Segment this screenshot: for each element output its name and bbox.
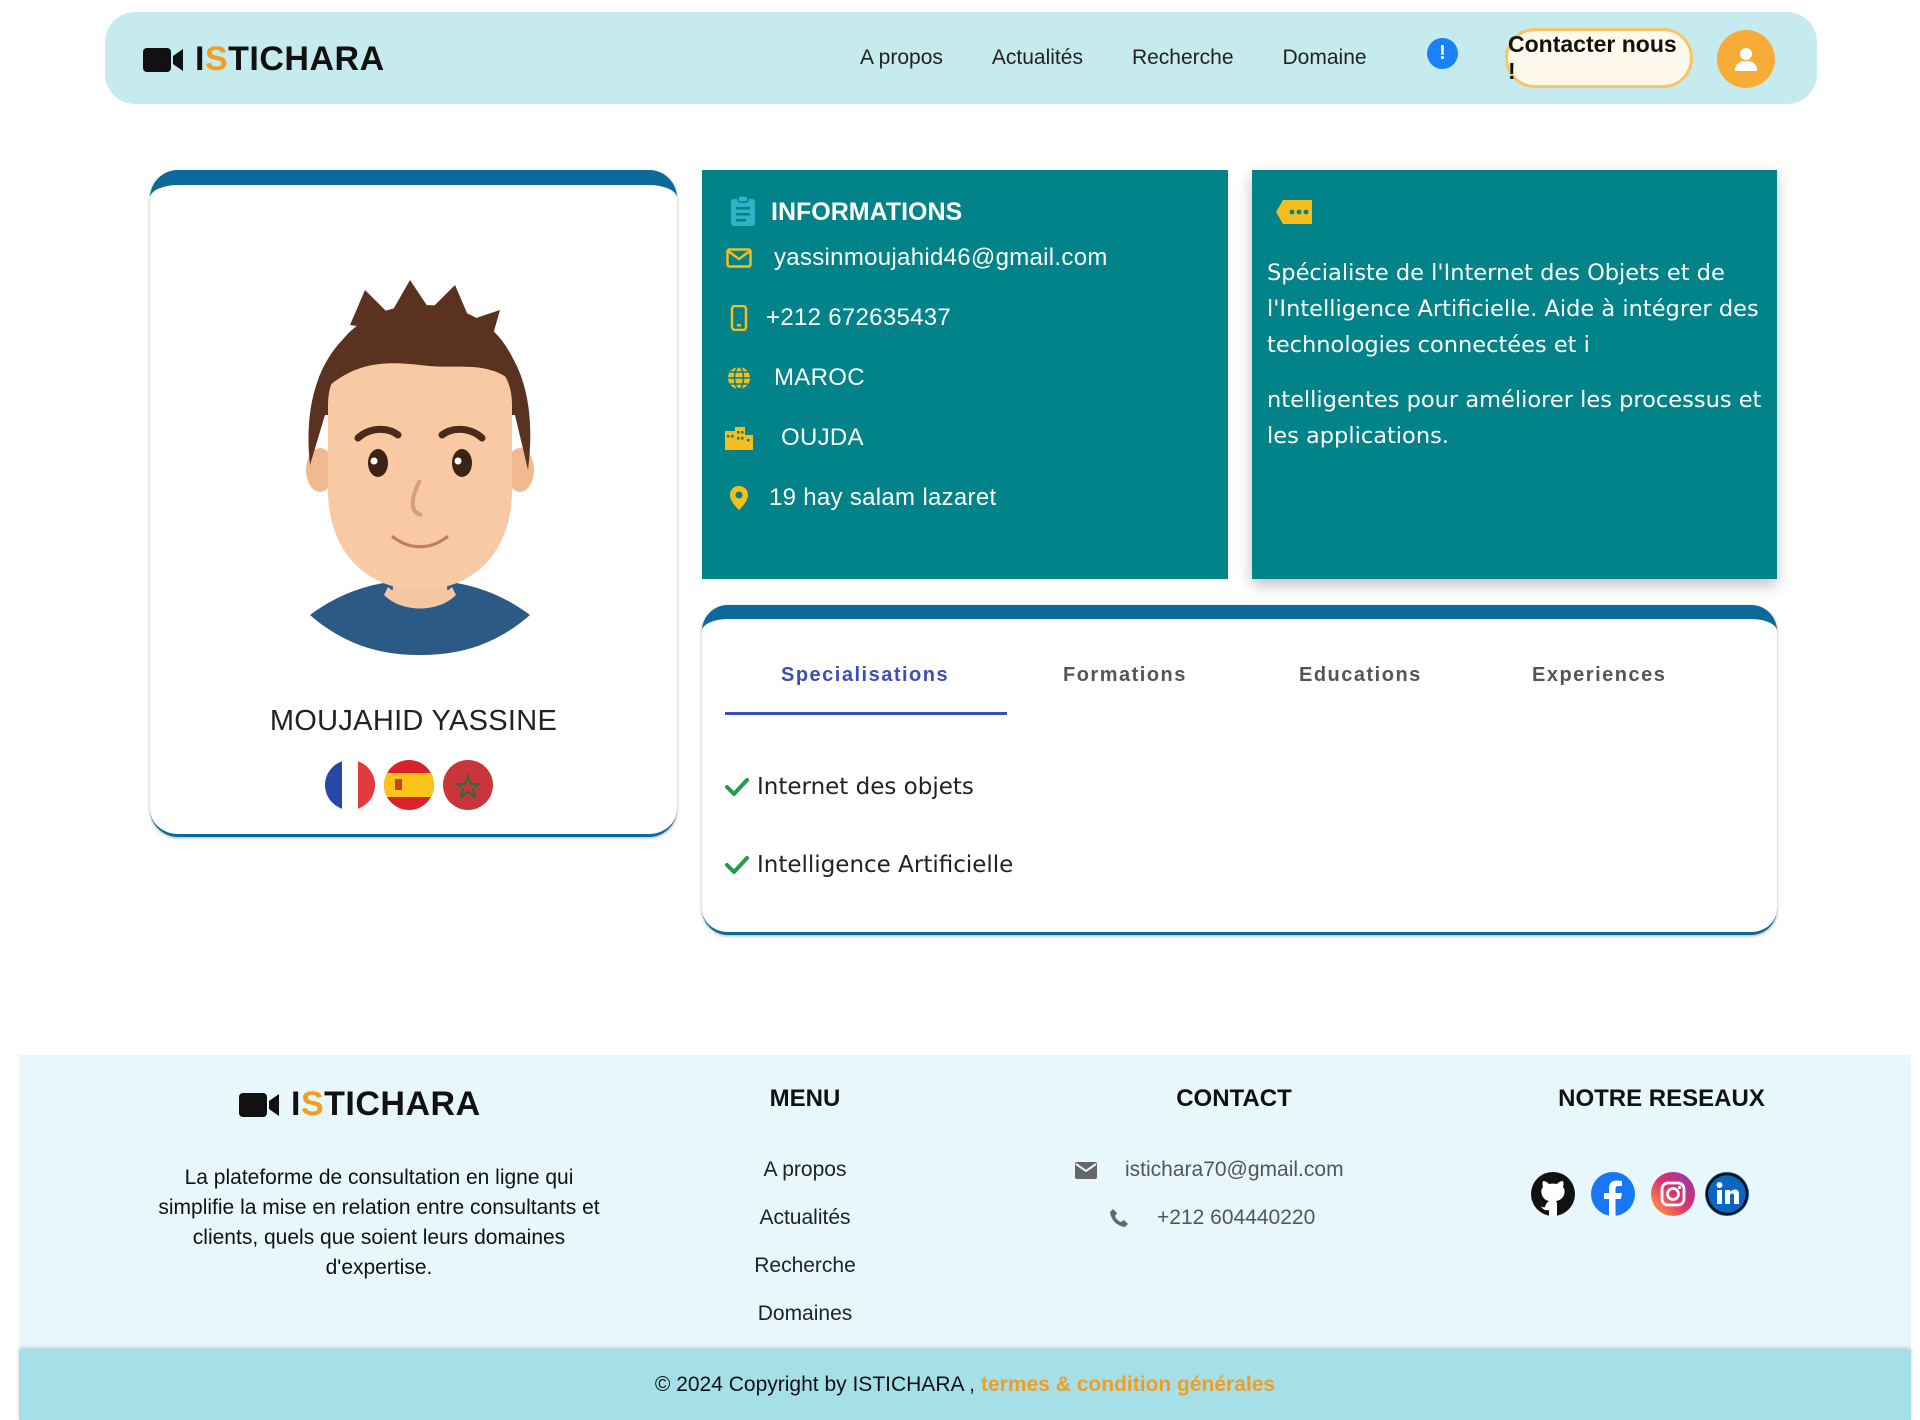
- info-phone: +212 672635437: [766, 304, 952, 331]
- profile-name: MOUJAHID YASSINE: [269, 705, 558, 737]
- info-address: 19 hay salam lazaret: [769, 484, 997, 511]
- active-tab-indicator: [725, 712, 1007, 715]
- footer-contact-phone[interactable]: +212 604440220: [1157, 1206, 1315, 1230]
- nav-links: A propos Actualités Recherche Domaine: [860, 12, 1416, 104]
- footer-menu-title: MENU: [769, 1085, 841, 1112]
- copyright-text: © 2024 Copyright by ISTICHARA ,: [654, 1373, 975, 1396]
- check-icon: [725, 777, 749, 797]
- footer: ISTICHARA La plateforme de consultation …: [19, 1055, 1911, 1350]
- nav-link-domaine[interactable]: Domaine: [1283, 46, 1367, 70]
- info-city: OUJDA: [781, 424, 864, 451]
- french-flag-icon: [325, 760, 375, 810]
- facebook-icon[interactable]: [1589, 1170, 1637, 1218]
- spanish-flag-icon: [384, 760, 434, 810]
- user-avatar-button[interactable]: [1717, 30, 1775, 88]
- linkedin-icon[interactable]: [1703, 1170, 1751, 1218]
- video-camera-icon: [239, 1091, 281, 1119]
- nav-link-actualites[interactable]: Actualités: [992, 46, 1083, 70]
- footer-brand-name: ISTICHARA: [291, 1085, 481, 1123]
- nav-link-a-propos[interactable]: A propos: [860, 46, 943, 70]
- footer-contact-email[interactable]: istichara70@gmail.com: [1125, 1158, 1344, 1182]
- clipboard-icon: [729, 195, 757, 232]
- footer-brand-logo[interactable]: ISTICHARA: [239, 1085, 481, 1124]
- nav-link-recherche[interactable]: Recherche: [1132, 46, 1234, 70]
- brand-name: ISTICHARA: [195, 40, 385, 78]
- bio-paragraph-1: Spécialiste de l'Internet des Objets et …: [1267, 260, 1759, 358]
- footer-menu-domaines[interactable]: Domaines: [685, 1302, 925, 1326]
- comment-dots-icon: [1275, 197, 1315, 232]
- instagram-icon[interactable]: [1649, 1170, 1697, 1218]
- envelope-icon: [724, 243, 754, 273]
- tab-experiences[interactable]: Experiences: [1532, 664, 1666, 687]
- video-camera-icon: [143, 46, 185, 74]
- city-icon: [724, 423, 754, 453]
- specialisation-label: Internet des objets: [757, 774, 974, 800]
- envelope-icon: [1075, 1161, 1097, 1179]
- contact-button[interactable]: Contacter nous !: [1505, 28, 1693, 88]
- navbar: ISTICHARA A propos Actualités Recherche …: [105, 12, 1817, 104]
- specialisation-item: Intelligence Artificielle: [725, 852, 1013, 878]
- footer-menu-actualites[interactable]: Actualités: [685, 1206, 925, 1230]
- globe-icon: [724, 363, 754, 393]
- profile-avatar: [270, 265, 570, 680]
- info-icon[interactable]: !: [1427, 38, 1458, 69]
- info-country: MAROC: [774, 364, 865, 391]
- tab-formations[interactable]: Formations: [1063, 664, 1187, 687]
- specialisation-label: Intelligence Artificielle: [757, 852, 1014, 878]
- copyright-bar: © 2024 Copyright by ISTICHARA , termes &…: [19, 1350, 1911, 1420]
- bio-card: Spécialiste de l'Internet des Objets et …: [1252, 170, 1777, 579]
- specialisation-item: Internet des objets: [725, 774, 974, 800]
- footer-description: La plateforme de consultation en ligne q…: [158, 1166, 600, 1279]
- footer-social-title: NOTRE RESEAUX: [1558, 1085, 1765, 1112]
- terms-link[interactable]: termes & condition générales: [981, 1373, 1275, 1397]
- moroccan-flag-icon: [443, 760, 493, 810]
- check-icon: [725, 855, 749, 875]
- mobile-phone-icon: [724, 303, 754, 333]
- footer-contact-title: CONTACT: [1176, 1085, 1292, 1112]
- info-email: yassinmoujahid46@gmail.com: [774, 244, 1108, 271]
- informations-title: INFORMATIONS: [771, 198, 963, 226]
- bio-paragraph-2: ntelligentes pour améliorer les processu…: [1267, 387, 1762, 449]
- footer-contact-email-row: istichara70@gmail.com: [1075, 1158, 1344, 1182]
- phone-icon: [1109, 1208, 1129, 1228]
- tab-educations[interactable]: Educations: [1299, 664, 1422, 687]
- user-icon: [1735, 48, 1757, 71]
- map-marker-icon: [724, 483, 754, 513]
- footer-menu-recherche[interactable]: Recherche: [685, 1254, 925, 1278]
- github-icon[interactable]: [1529, 1170, 1577, 1218]
- tabs-card: Specialisations Formations Educations Ex…: [702, 605, 1777, 935]
- brand-logo[interactable]: ISTICHARA: [143, 40, 385, 79]
- footer-menu-a-propos[interactable]: A propos: [685, 1158, 925, 1182]
- tab-specialisations[interactable]: Specialisations: [781, 664, 949, 687]
- footer-contact-phone-row: +212 604440220: [1109, 1206, 1315, 1230]
- language-flags: [325, 760, 502, 810]
- profile-card: MOUJAHID YASSINE: [150, 170, 677, 837]
- page: ISTICHARA A propos Actualités Recherche …: [0, 0, 1920, 1420]
- informations-card: INFORMATIONS yassinmoujahid46@gmail.com …: [702, 170, 1228, 579]
